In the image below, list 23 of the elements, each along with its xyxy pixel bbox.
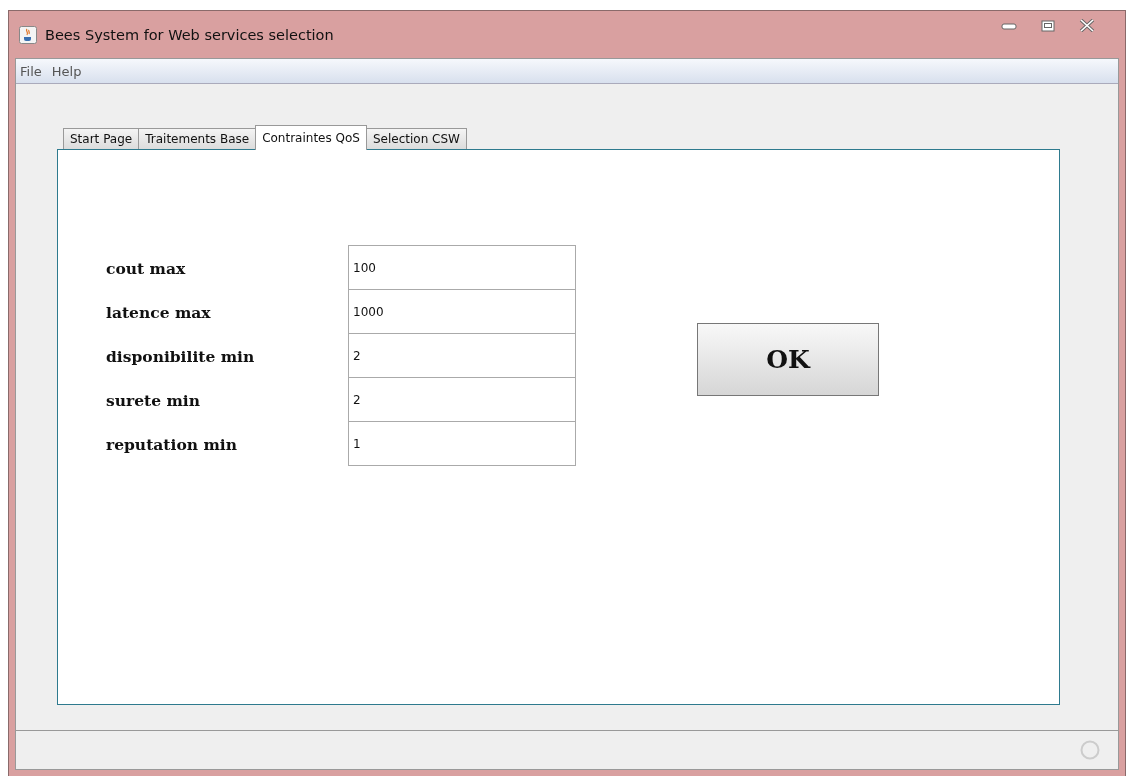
window-title: Bees System for Web services selection — [45, 26, 334, 43]
tab[interactable]: Contraintes QoS — [255, 125, 367, 150]
menu-item[interactable]: Help — [49, 63, 84, 79]
ok-button[interactable]: OK — [697, 323, 879, 396]
input-field[interactable]: 2 — [348, 333, 576, 378]
close-icon[interactable] — [1079, 19, 1095, 32]
input-field[interactable]: 2 — [348, 377, 576, 422]
coffee-cup-icon — [19, 25, 37, 44]
tab[interactable]: Selection CSW — [365, 128, 467, 149]
minimize-icon[interactable] — [1001, 21, 1017, 30]
field-label: cout max — [106, 258, 187, 278]
field-label: disponibilite min — [106, 346, 256, 366]
circle-icon — [1080, 740, 1100, 760]
field-label: surete min — [106, 390, 201, 410]
input-field[interactable]: 1 — [348, 421, 576, 466]
field-label: latence max — [106, 302, 212, 322]
input-field[interactable]: 100 — [348, 245, 576, 290]
field-label: reputation min — [106, 434, 238, 454]
tab[interactable]: Start Page — [63, 128, 140, 149]
menu-item[interactable]: File — [18, 63, 44, 79]
maximize-icon[interactable] — [1041, 19, 1055, 32]
tab[interactable]: Traitements Base — [138, 128, 257, 149]
input-field[interactable]: 1000 — [348, 289, 576, 334]
